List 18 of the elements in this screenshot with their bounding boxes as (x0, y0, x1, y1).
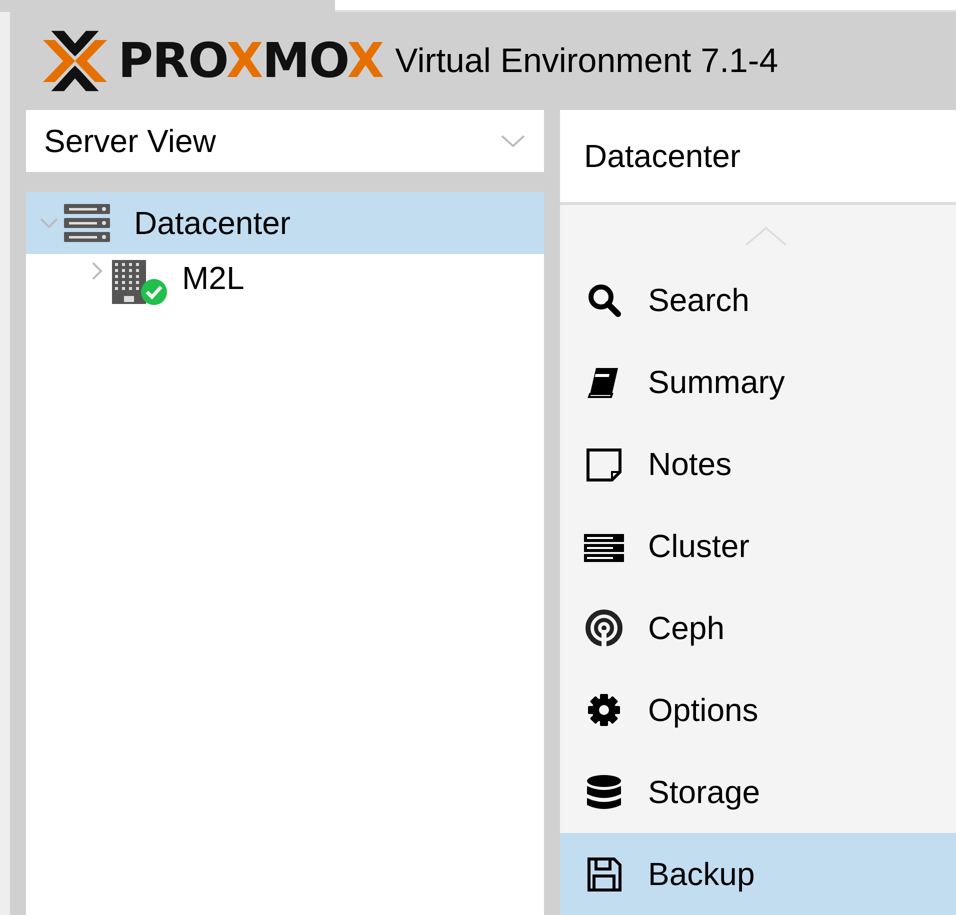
nav-item[interactable]: Backup (560, 833, 956, 915)
ceph-icon (584, 608, 624, 648)
app-title: Virtual Environment 7.1-4 (395, 42, 778, 80)
nav-item[interactable]: Storage (560, 751, 956, 833)
nav-item[interactable]: Ceph (560, 587, 956, 669)
tree-item[interactable]: M2L (26, 254, 544, 330)
nav-item[interactable]: Cluster (560, 505, 956, 587)
nav-item[interactable]: Options (560, 669, 956, 751)
nav-item[interactable]: Search (560, 259, 956, 341)
tree-item[interactable]: Datacenter (26, 192, 544, 254)
nav-item[interactable]: Summary (560, 341, 956, 423)
database-icon (584, 772, 624, 812)
chevron-down-icon (500, 133, 526, 149)
nav-item[interactable]: Notes (560, 423, 956, 505)
logo-wordmark: PROXMOX (118, 37, 384, 85)
panel-title: Datacenter (584, 138, 741, 174)
server-rack-icon (64, 204, 110, 242)
view-selector[interactable]: Server View (26, 110, 544, 172)
